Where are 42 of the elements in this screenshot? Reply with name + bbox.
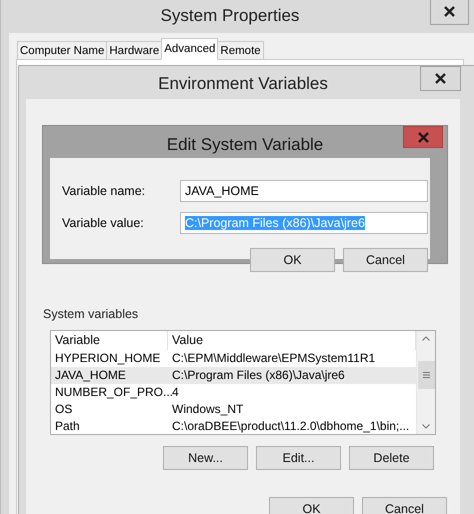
scrollbar[interactable] [416, 331, 435, 434]
dialog-button[interactable]: Cancel [362, 497, 447, 514]
scroll-up-icon[interactable] [422, 336, 430, 341]
column-header[interactable]: Variable [51, 331, 168, 350]
close-icon [444, 6, 455, 16]
table-row[interactable]: OS Windows_NT [51, 400, 416, 418]
dialog-button[interactable]: OK [269, 497, 354, 514]
table-row[interactable]: NUMBER_OF_PRO...4 [51, 384, 416, 400]
scroll-thumb[interactable] [418, 361, 435, 389]
table-cell-text: OS [54, 402, 74, 416]
window-title: System Properties [160, 6, 300, 27]
table-row[interactable]: HYPERION_HOME C:\EPM\Middleware\EPMSystem11R1 [51, 350, 416, 367]
close-icon [435, 73, 446, 84]
window-title: Edit System Variable [166, 135, 324, 156]
dialog-button[interactable]: OK [250, 248, 335, 272]
scroll-down-icon[interactable] [422, 424, 430, 429]
tab[interactable]: Remote [217, 41, 264, 60]
close-icon [418, 132, 428, 142]
field-label: Variable value: [62, 216, 145, 230]
dialog-button[interactable]: Cancel [343, 248, 428, 272]
dialog-button[interactable]: Edit... [256, 446, 341, 470]
close-button[interactable] [430, 0, 469, 25]
dialog-button[interactable]: Delete [349, 446, 434, 470]
window-title: Environment Variables [158, 74, 328, 95]
table-cell-text: Windows_NT [171, 402, 244, 416]
close-button[interactable] [420, 66, 461, 91]
tab[interactable]: Advanced [161, 38, 218, 60]
table-row[interactable]: JAVA_HOME C:\Program Files (x86)\Java\jre6 [51, 366, 416, 384]
field-value: C:\Program Files (x86)\Java\jre6 [185, 216, 365, 230]
table-cell-text: C:\EPM\Middleware\EPMSystem11R1 [171, 351, 376, 366]
table-cell-text: Path [54, 418, 81, 433]
field-value: JAVA_HOME [185, 184, 259, 198]
section-label: System variables [43, 307, 138, 321]
table-cell-text: JAVA_HOME [54, 368, 127, 382]
table-cell-text: C:\Program Files (x86)\Java\jre6 [171, 368, 346, 382]
dialog-button[interactable]: New... [163, 446, 248, 470]
field-label: Variable name: [62, 184, 146, 198]
table-cell-text: C:\oraDBEE\product\11.2.0\dbhome_1\bin;... [171, 418, 410, 433]
tab[interactable]: Computer Name [17, 41, 108, 60]
table-cell-text: HYPERION_HOME [54, 351, 162, 366]
input-field[interactable]: JAVA_HOME [180, 180, 428, 202]
table-row[interactable]: Path C:\oraDBEE\product\11.2.0\dbhome_1\bin;... [51, 417, 416, 434]
